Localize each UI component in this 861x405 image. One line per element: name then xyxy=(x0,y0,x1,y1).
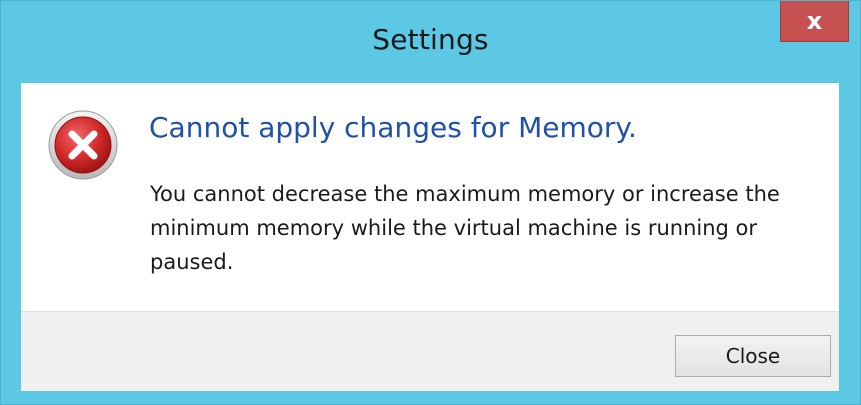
dialog-content: Cannot apply changes for Memory. You can… xyxy=(21,83,839,311)
window-close-button[interactable]: x xyxy=(780,1,849,42)
window-title: Settings xyxy=(372,23,489,56)
dialog-message: You cannot decrease the maximum memory o… xyxy=(150,182,780,274)
close-button[interactable]: Close xyxy=(675,335,831,377)
settings-dialog-window: Settings x Cannot apply changes for Memo… xyxy=(0,0,861,405)
dialog-footer: Close xyxy=(21,311,839,391)
error-icon xyxy=(48,110,118,180)
dialog-heading: Cannot apply changes for Memory. xyxy=(149,111,637,144)
title-bar[interactable]: Settings x xyxy=(1,1,860,83)
